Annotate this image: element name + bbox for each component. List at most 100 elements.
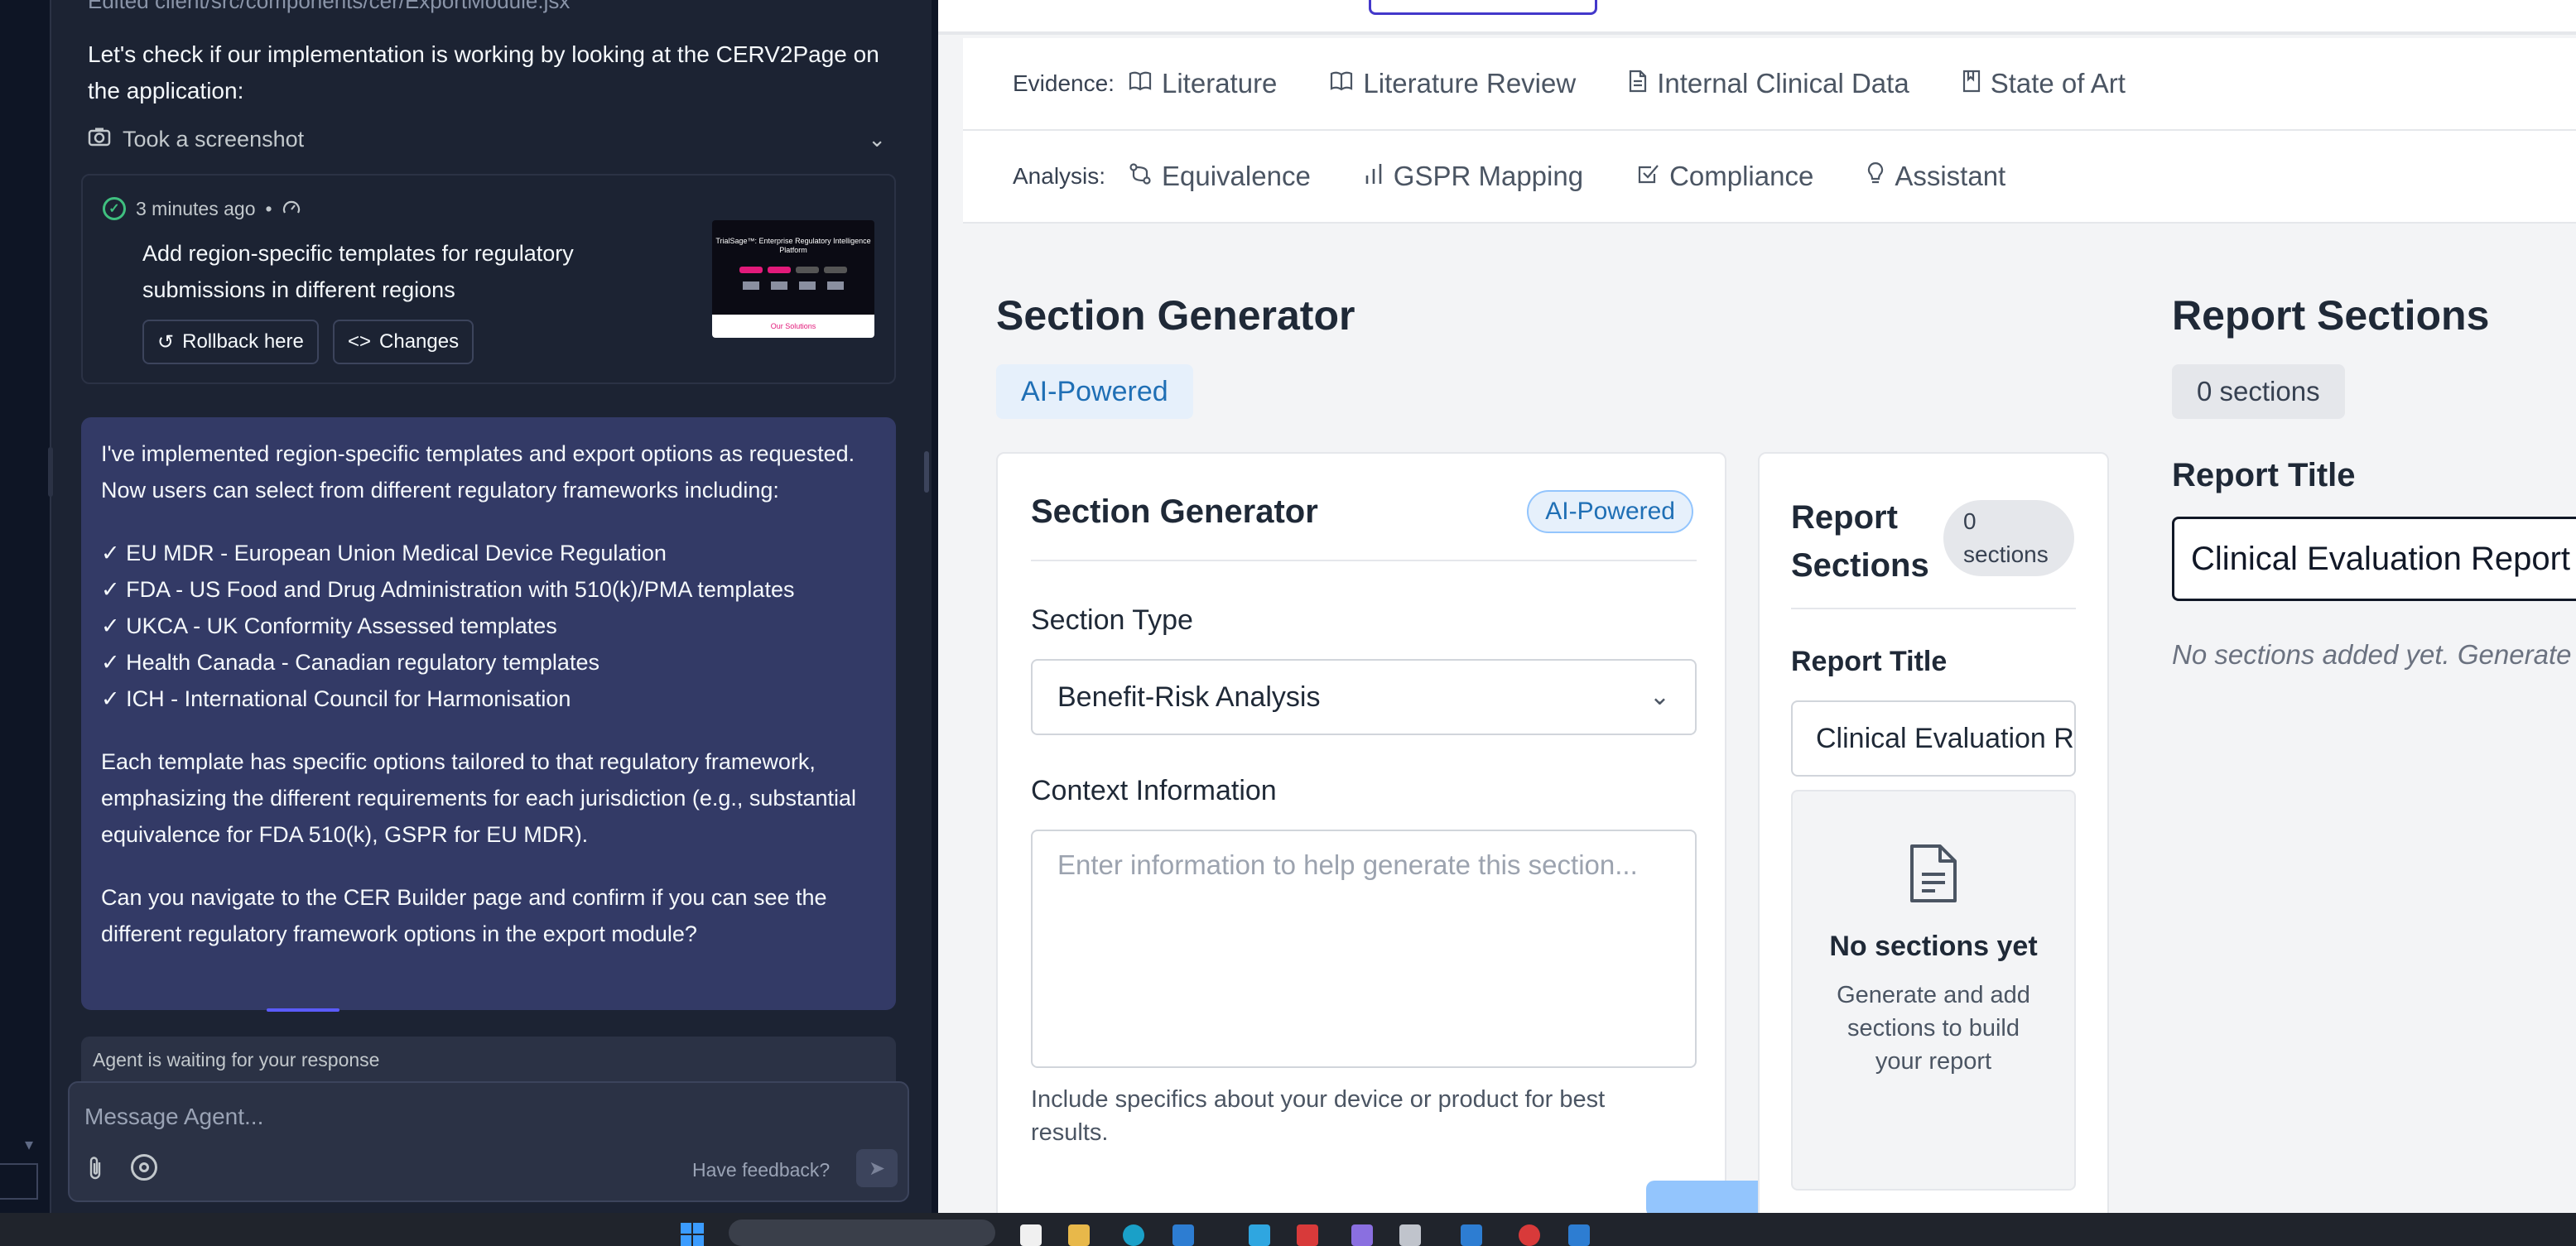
agent-panel: ▾ Edited client/src/components/cer/Expor… — [0, 0, 932, 1213]
app-icon[interactable] — [1461, 1224, 1482, 1246]
preview-topbar — [938, 0, 2576, 35]
list-item: ✓ FDA - US Food and Drug Administration … — [101, 577, 795, 602]
start-icon[interactable] — [681, 1223, 704, 1246]
caret-down-icon[interactable]: ▾ — [25, 1134, 33, 1155]
chevron-down-icon: ⌄ — [1649, 683, 1670, 710]
taskbar-search[interactable] — [729, 1220, 995, 1246]
folder-icon[interactable] — [1068, 1224, 1090, 1246]
card-title-text: Report Sections — [1791, 499, 1929, 584]
active-tab-indicator[interactable] — [1369, 0, 1597, 15]
left-rail: ▾ — [0, 0, 51, 1213]
section-type-select[interactable]: Benefit-Risk Analysis ⌄ — [1031, 659, 1697, 735]
report-title-input[interactable] — [2172, 517, 2576, 601]
file-icon — [1629, 70, 1647, 99]
evidence-nav: Evidence: Literature Literature Review I… — [963, 38, 2576, 131]
report-title-label: Report Title — [2172, 457, 2356, 493]
app-icon[interactable] — [1020, 1224, 1042, 1246]
report-sections-heading: Report Sections — [2172, 292, 2490, 339]
rollback-label: Rollback here — [182, 330, 304, 353]
send-icon: ➤ — [868, 1157, 886, 1180]
tab-literature-review[interactable]: Literature Review — [1330, 68, 1576, 99]
paperclip-icon[interactable] — [86, 1156, 106, 1186]
rollback-button[interactable]: ↺ Rollback here — [142, 320, 319, 364]
empty-text: Generate and add sections to build your … — [1837, 982, 2030, 1075]
agent-status: Agent is waiting for your response — [81, 1037, 896, 1083]
tab-literature[interactable]: Literature — [1129, 68, 1277, 99]
changes-button[interactable]: <> Changes — [333, 320, 474, 364]
app-icon[interactable] — [1172, 1224, 1194, 1246]
tab-label: Literature Review — [1363, 68, 1577, 99]
camera-icon — [88, 127, 111, 152]
bookmark-book-icon — [1962, 70, 1981, 99]
thumbnail-buttons — [712, 267, 874, 273]
card-title: Section Generator — [1031, 493, 1318, 530]
app-icon[interactable] — [1351, 1224, 1373, 1246]
lightbulb-icon — [1866, 161, 1885, 191]
browser-icon[interactable] — [1123, 1224, 1144, 1246]
scrollbar[interactable] — [924, 451, 929, 493]
bar-chart-icon — [1364, 162, 1384, 191]
selected-value: Benefit-Risk Analysis — [1057, 681, 1321, 713]
feedback-link[interactable]: Have feedback? — [692, 1159, 830, 1181]
ai-powered-badge: AI-Powered — [1527, 490, 1693, 533]
book-icon — [1330, 70, 1353, 98]
list-item: ✓ Health Canada - Canadian regulatory te… — [101, 650, 599, 675]
list-item: ✓ EU MDR - European Union Medical Device… — [101, 541, 667, 565]
tab-label: Equivalence — [1162, 161, 1311, 191]
tab-assistant[interactable]: Assistant — [1866, 161, 2005, 192]
tab-label: State of Art — [1990, 68, 2126, 99]
tab-gspr-mapping[interactable]: GSPR Mapping — [1364, 161, 1583, 192]
panel-divider[interactable] — [932, 0, 938, 1213]
resize-handle[interactable] — [48, 447, 53, 497]
app-icon[interactable] — [1297, 1224, 1318, 1246]
evidence-label: Evidence: — [1013, 70, 1115, 96]
tab-label: GSPR Mapping — [1393, 161, 1584, 191]
card-title: Report Sections — [1791, 493, 1929, 589]
target-icon[interactable] — [131, 1154, 157, 1181]
app-icon[interactable] — [1399, 1224, 1421, 1246]
thumbnail-footer: Our Solutions — [712, 315, 874, 338]
context-info-textarea[interactable] — [1031, 830, 1697, 1068]
os-taskbar — [0, 1213, 2576, 1246]
report-title-input[interactable] — [1791, 700, 2076, 777]
app-icon[interactable] — [1568, 1224, 1590, 1246]
screenshot-label: Took a screenshot — [123, 126, 305, 152]
book-icon — [1129, 70, 1152, 98]
agent-message: I've implemented region-specific templat… — [81, 417, 896, 1010]
list-item: ✓ UKCA - UK Conformity Assessed template… — [101, 613, 557, 638]
screenshot-thumbnail[interactable]: TrialSage™: Enterprise Regulatory Intell… — [712, 220, 874, 338]
tab-equivalence[interactable]: Equivalence — [1129, 161, 1311, 192]
chevron-down-icon[interactable]: ⌄ — [868, 127, 886, 152]
app-preview: Evidence: Literature Literature Review I… — [938, 0, 2576, 1213]
checkbox-icon — [1636, 162, 1659, 191]
message-paragraph-2: Each template has specific options tailo… — [101, 749, 856, 847]
tab-label: Compliance — [1669, 161, 1814, 191]
tab-state-of-art[interactable]: State of Art — [1962, 68, 2126, 99]
context-info-label: Context Information — [1031, 775, 1277, 806]
send-button[interactable]: ➤ — [856, 1149, 898, 1187]
tab-compliance[interactable]: Compliance — [1636, 161, 1813, 192]
section-type-label: Section Type — [1031, 604, 1193, 636]
git-compare-icon — [1129, 162, 1152, 191]
message-input[interactable] — [84, 1096, 830, 1138]
app-icon[interactable] — [1519, 1224, 1540, 1246]
empty-title: No sections yet — [1829, 931, 2038, 962]
context-help-text: Include specifics about your device or p… — [1031, 1086, 1606, 1146]
empty-state: No sections yet Generate and add section… — [1791, 790, 2076, 1191]
check-circle-icon: ✓ — [103, 197, 126, 220]
ai-powered-badge: AI-Powered — [996, 364, 1193, 419]
rail-toggle[interactable] — [0, 1163, 38, 1200]
screenshot-step[interactable]: Took a screenshot ⌄ — [88, 121, 886, 157]
history-icon: ↺ — [157, 330, 175, 354]
thumbnail-stats — [712, 281, 874, 290]
app-icon[interactable] — [1249, 1224, 1270, 1246]
code-icon: <> — [348, 330, 372, 353]
framework-list: ✓ EU MDR - European Union Medical Device… — [101, 535, 876, 717]
empty-sections-text: No sections added yet. Generate sections… — [2172, 639, 2576, 670]
separator-dot: • — [265, 197, 272, 219]
tab-internal-clinical-data[interactable]: Internal Clinical Data — [1629, 68, 1909, 99]
report-sections-card: Report Sections 0 sections Report Title … — [1758, 452, 2109, 1213]
tab-label: Assistant — [1895, 161, 2006, 191]
report-title-label: Report Title — [1791, 646, 1948, 677]
sections-count-badge: 0 sections — [1943, 500, 2074, 576]
